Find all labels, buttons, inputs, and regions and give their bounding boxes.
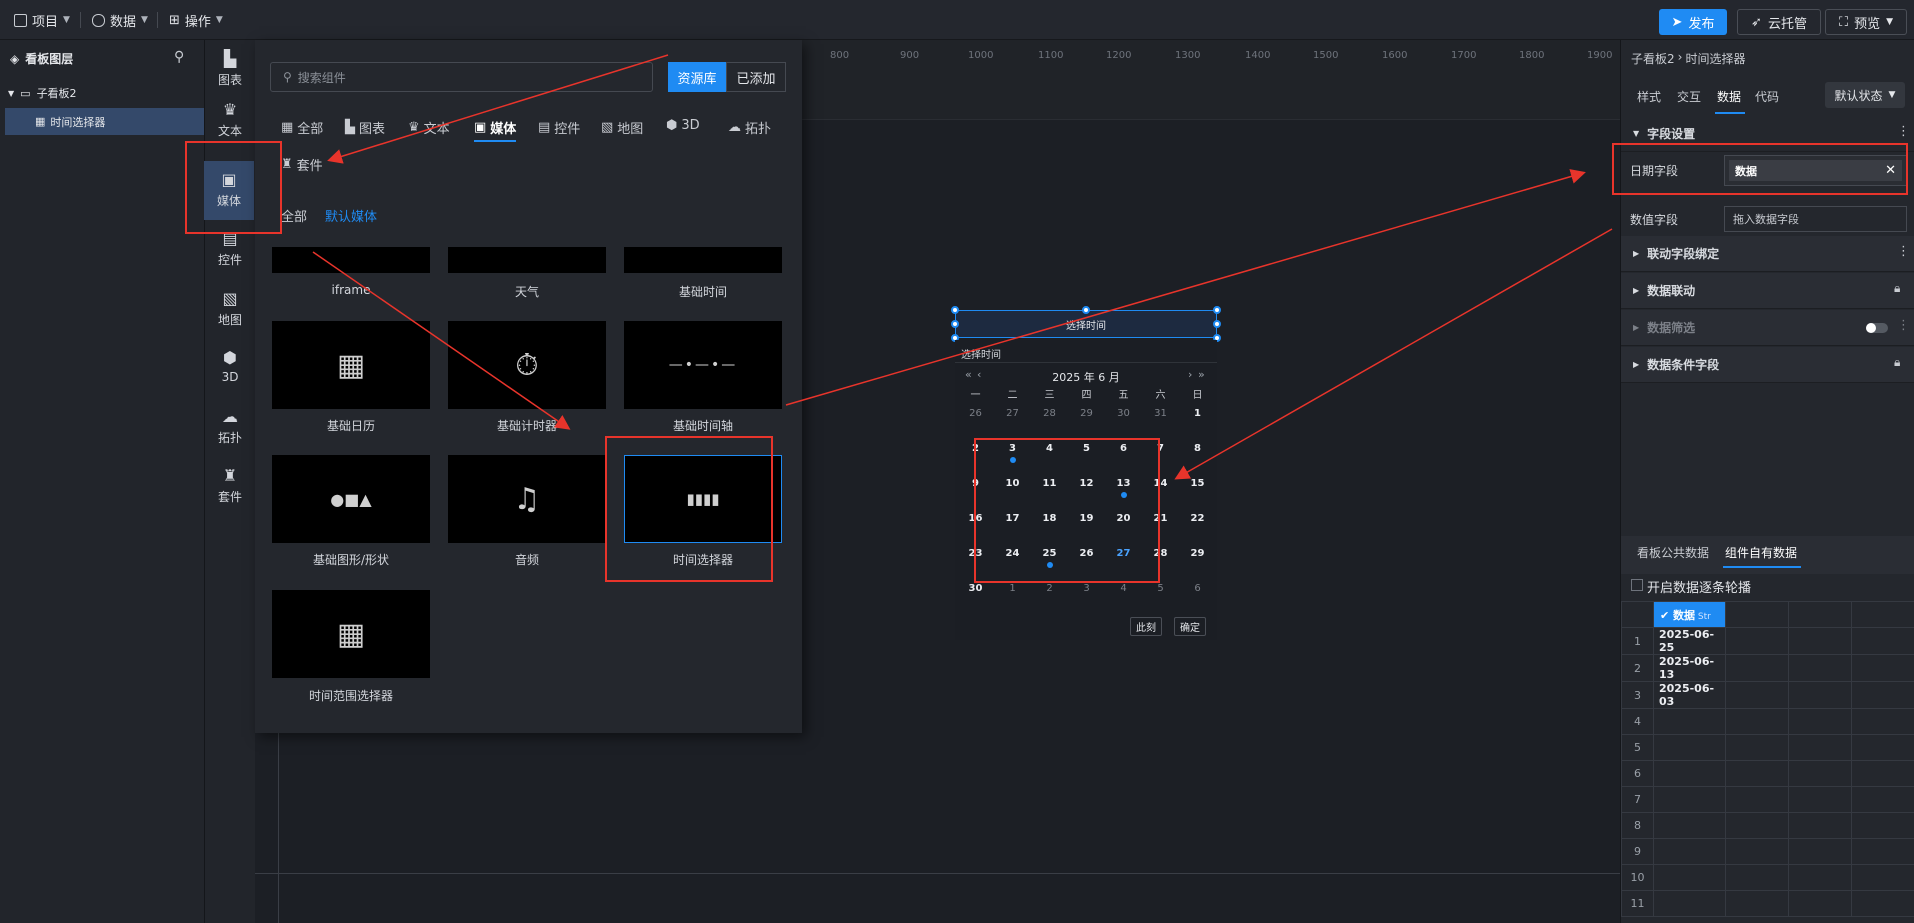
arrow-to-calendar-dates [1174,228,1613,480]
arrow-to-media-tab [327,54,669,164]
annotation-arrows [312,54,1613,480]
arrow-to-date-field [785,169,1586,406]
arrow-to-time-picker [312,251,571,430]
